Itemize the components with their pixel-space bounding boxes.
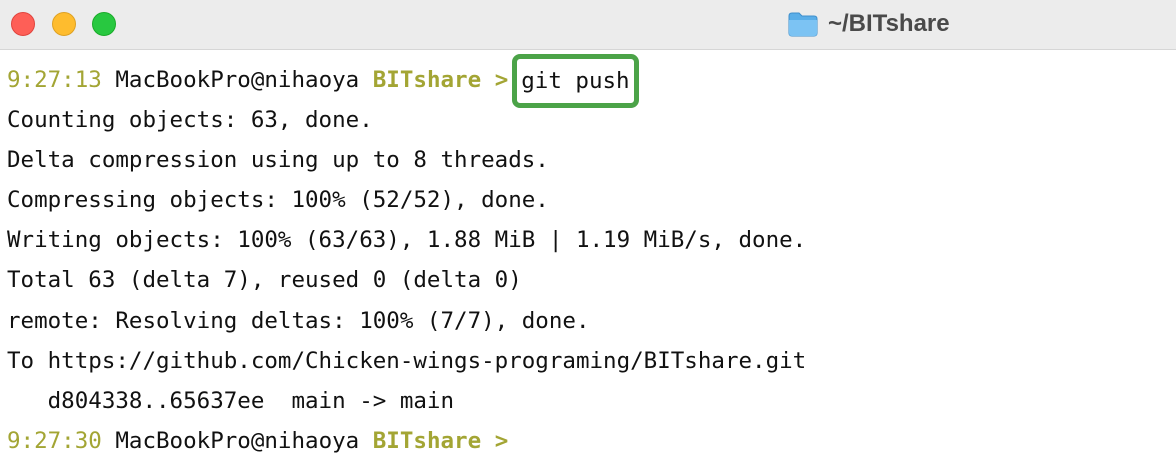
window-title: ~/BITshare <box>788 8 950 40</box>
zoom-button[interactable] <box>92 12 116 36</box>
output-line: remote: Resolving deltas: 100% (7/7), do… <box>7 307 590 334</box>
output-line: d804338..65637ee main -> main <box>7 387 455 414</box>
output-line: Writing objects: 100% (63/63), 1.88 MiB … <box>7 227 807 254</box>
prompt-line: 9:27:13 MacBookPro@nihaoya BITshare > git… <box>7 53 1176 108</box>
prompt-time: 9:27:30 <box>7 427 102 454</box>
close-button[interactable] <box>11 12 35 36</box>
prompt-time: 9:27:13 <box>7 67 102 93</box>
highlighted-command: git push <box>512 53 639 108</box>
prompt-arrow: > <box>494 67 509 93</box>
output-line: Compressing objects: 100% (52/52), done. <box>7 187 549 214</box>
output-line: Delta compression using up to 8 threads. <box>7 147 549 174</box>
prompt-line: 9:27:30 MacBookPro@nihaoya BITshare > <box>7 421 1176 458</box>
prompt-arrow: > <box>494 427 509 454</box>
prompt-host: MacBookPro@nihaoya <box>115 67 360 93</box>
terminal-window: ~/BITshare 9:27:13 MacBookPro@nihaoya BI… <box>0 0 1176 458</box>
prompt-directory: BITshare <box>372 427 482 454</box>
prompt-directory: BITshare <box>372 67 482 93</box>
window-title-text: ~/BITshare <box>828 10 950 37</box>
folder-icon <box>788 12 818 37</box>
minimize-button[interactable] <box>52 12 76 36</box>
title-bar[interactable]: ~/BITshare <box>0 0 1176 50</box>
output-line: Total 63 (delta 7), reused 0 (delta 0) <box>7 267 522 294</box>
prompt-host: MacBookPro@nihaoya <box>115 427 360 454</box>
terminal-output[interactable]: 9:27:13 MacBookPro@nihaoya BITshare > git… <box>0 53 1176 458</box>
output-line: To https://github.com/Chicken-wings-prog… <box>7 347 807 374</box>
